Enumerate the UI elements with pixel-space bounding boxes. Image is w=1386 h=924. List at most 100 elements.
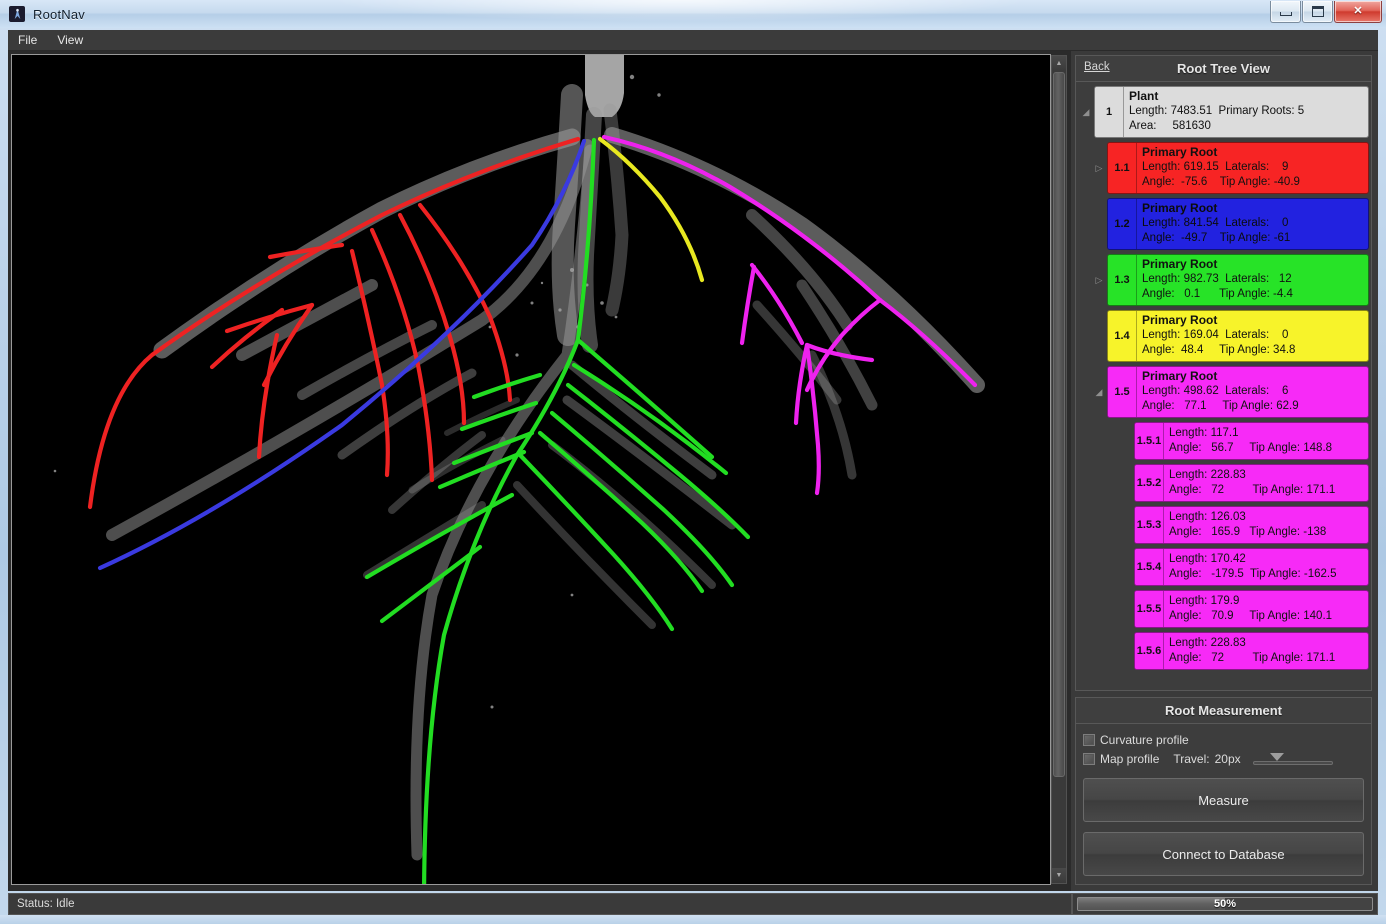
menu-item-view[interactable]: View <box>47 31 93 49</box>
tree-row[interactable]: ▷ 1.3 Primary Root Length: 982.73 Latera… <box>1078 254 1369 306</box>
node-title: Primary Root <box>1142 257 1218 271</box>
tree-row[interactable]: 1.5.5 Length: 179.9 Angle: 70.9 Tip Angl… <box>1078 590 1369 628</box>
node-line-1: Length: 228.83 <box>1169 468 1246 481</box>
node-line-2: Angle: 48.4 Tip Angle: 34.8 <box>1142 344 1296 356</box>
minimize-button[interactable] <box>1270 1 1301 23</box>
canvas-area: ▲ ▼ <box>8 51 1071 891</box>
progress-bar: 50% <box>1077 897 1373 911</box>
tree-node-lateral-root[interactable]: 1.5.1 Length: 117.1 Angle: 56.7 Tip Angl… <box>1134 422 1369 460</box>
curvature-profile-checkbox[interactable] <box>1083 733 1095 746</box>
node-id: 1.4 <box>1108 311 1137 361</box>
root-measurement-title: Root Measurement <box>1164 703 1283 718</box>
node-title: Primary Root <box>1142 369 1218 383</box>
tree-node-primary-root[interactable]: 1.2 Primary Root Length: 841.54 Laterals… <box>1107 198 1369 250</box>
travel-slider-track[interactable] <box>1252 760 1333 765</box>
tree-node-lateral-root[interactable]: 1.5.2 Length: 228.83 Angle: 72 Tip Angle… <box>1134 464 1369 502</box>
node-line-2: Angle: 77.1 Tip Angle: 62.9 <box>1142 400 1299 412</box>
expand-arrow-icon[interactable]: ▷ <box>1091 254 1107 306</box>
root-measurement-group: Root Measurement Curvature profile Map p… <box>1075 697 1372 885</box>
node-id: 1.1 <box>1108 143 1137 193</box>
node-line-2: Angle: 0.1 Tip Angle: -4.4 <box>1142 288 1293 300</box>
tree-row[interactable]: 1.5.1 Length: 117.1 Angle: 56.7 Tip Angl… <box>1078 422 1369 460</box>
scroll-down-arrow-icon[interactable]: ▼ <box>1052 868 1066 883</box>
node-line-2: Angle: -75.6 Tip Angle: -40.9 <box>1142 176 1300 188</box>
main-content: ▲ ▼ Back Root Tree View ◢ 1 Plant Length… <box>8 51 1378 891</box>
tree-node-plant[interactable]: 1 Plant Length: 7483.51 Primary Roots: 5… <box>1094 86 1369 138</box>
tree-node-lateral-root[interactable]: 1.5.4 Length: 170.42 Angle: -179.5 Tip A… <box>1134 548 1369 586</box>
node-body: Primary Root Length: 841.54 Laterals: 0 … <box>1137 199 1368 249</box>
tree-row[interactable]: ◢ 1.5 Primary Root Length: 498.62 Latera… <box>1078 366 1369 418</box>
root-tree-view-header: Back Root Tree View <box>1076 56 1371 82</box>
scroll-up-arrow-icon[interactable]: ▲ <box>1052 56 1066 71</box>
status-message-area: Status: Idle <box>8 893 1072 915</box>
tree-node-primary-root[interactable]: 1.5 Primary Root Length: 498.62 Laterals… <box>1107 366 1369 418</box>
tree-node-primary-root[interactable]: 1.3 Primary Root Length: 982.73 Laterals… <box>1107 254 1369 306</box>
node-line-1: Length: 169.04 Laterals: 0 <box>1142 329 1289 341</box>
root-tree-view-title: Root Tree View <box>1177 61 1270 76</box>
node-title: Primary Root <box>1142 145 1218 159</box>
root-image-canvas[interactable] <box>11 54 1051 885</box>
node-title: Primary Root <box>1142 313 1218 327</box>
root-architecture-drawing <box>12 55 1050 884</box>
node-id: 1 <box>1095 87 1124 137</box>
back-link[interactable]: Back <box>1084 61 1110 73</box>
travel-slider-thumb[interactable] <box>1269 752 1284 761</box>
curvature-profile-label: Curvature profile <box>1100 732 1189 747</box>
map-profile-label: Map profile <box>1100 751 1160 766</box>
measure-button[interactable]: Measure <box>1083 778 1364 822</box>
map-profile-checkbox[interactable] <box>1083 752 1095 765</box>
node-line-2: Angle: -179.5 Tip Angle: -162.5 <box>1169 567 1337 580</box>
collapse-arrow-icon[interactable]: ◢ <box>1091 366 1107 418</box>
root-measurement-body: Curvature profile Map profile Travel: 20… <box>1076 724 1371 884</box>
node-body: Primary Root Length: 619.15 Laterals: 9 … <box>1137 143 1368 193</box>
node-id: 1.2 <box>1108 199 1137 249</box>
node-line-1: Length: 117.1 <box>1169 426 1239 439</box>
collapse-arrow-icon[interactable]: ◢ <box>1078 86 1094 138</box>
node-line-1: Length: 498.62 Laterals: 6 <box>1142 385 1289 397</box>
node-line-1: Length: 126.03 <box>1169 510 1246 523</box>
scrollbar-track[interactable] <box>1052 71 1066 868</box>
map-profile-row[interactable]: Map profile Travel: 20px <box>1083 749 1364 768</box>
canvas-vertical-scrollbar[interactable]: ▲ ▼ <box>1051 55 1067 884</box>
tree-node-primary-root[interactable]: 1.1 Primary Root Length: 619.15 Laterals… <box>1107 142 1369 194</box>
tree-row[interactable]: 1.2 Primary Root Length: 841.54 Laterals… <box>1078 198 1369 250</box>
window-controls: ✕ <box>1269 1 1382 23</box>
tree-row[interactable]: 1.5.2 Length: 228.83 Angle: 72 Tip Angle… <box>1078 464 1369 502</box>
node-line-2: Area: 581630 <box>1129 120 1211 132</box>
node-id: 1.5.4 <box>1135 549 1164 585</box>
menu-bar: File View <box>8 30 1378 51</box>
scrollbar-thumb[interactable] <box>1053 72 1065 777</box>
node-body: Length: 170.42 Angle: -179.5 Tip Angle: … <box>1164 549 1368 585</box>
tree-row[interactable]: ▷ 1.1 Primary Root Length: 619.15 Latera… <box>1078 142 1369 194</box>
status-text: Status: Idle <box>17 898 75 910</box>
node-id: 1.5 <box>1108 367 1137 417</box>
connect-to-database-button[interactable]: Connect to Database <box>1083 832 1364 876</box>
node-line-1: Length: 619.15 Laterals: 9 <box>1142 161 1289 173</box>
tree-row[interactable]: ◢ 1 Plant Length: 7483.51 Primary Roots:… <box>1078 86 1369 138</box>
tree-node-primary-root[interactable]: 1.4 Primary Root Length: 169.04 Laterals… <box>1107 310 1369 362</box>
node-line-2: Angle: 72 Tip Angle: 171.1 <box>1169 483 1336 496</box>
tree-node-lateral-root[interactable]: 1.5.5 Length: 179.9 Angle: 70.9 Tip Angl… <box>1134 590 1369 628</box>
tree-row[interactable]: 1.5.4 Length: 170.42 Angle: -179.5 Tip A… <box>1078 548 1369 586</box>
tree-node-lateral-root[interactable]: 1.5.3 Length: 126.03 Angle: 165.9 Tip An… <box>1134 506 1369 544</box>
node-line-2: Angle: 72 Tip Angle: 171.1 <box>1169 651 1336 664</box>
travel-value: 20px <box>1214 751 1241 766</box>
maximize-button[interactable] <box>1302 1 1333 23</box>
tree-row[interactable]: 1.4 Primary Root Length: 169.04 Laterals… <box>1078 310 1369 362</box>
tree-row[interactable]: 1.5.6 Length: 228.83 Angle: 72 Tip Angle… <box>1078 632 1369 670</box>
root-tree-list[interactable]: ◢ 1 Plant Length: 7483.51 Primary Roots:… <box>1076 82 1371 690</box>
close-button[interactable]: ✕ <box>1334 1 1382 23</box>
node-body: Length: 126.03 Angle: 165.9 Tip Angle: -… <box>1164 507 1368 543</box>
tree-node-lateral-root[interactable]: 1.5.6 Length: 228.83 Angle: 72 Tip Angle… <box>1134 632 1369 670</box>
menu-item-file[interactable]: File <box>8 31 47 49</box>
status-bar: Status: Idle 50% <box>8 893 1378 915</box>
expand-arrow-icon[interactable]: ▷ <box>1091 142 1107 194</box>
node-body: Length: 228.83 Angle: 72 Tip Angle: 171.… <box>1164 465 1368 501</box>
right-panel: Back Root Tree View ◢ 1 Plant Length: 74… <box>1071 51 1378 891</box>
travel-slider[interactable] <box>1252 751 1333 767</box>
curvature-profile-row[interactable]: Curvature profile <box>1083 730 1364 749</box>
tree-row[interactable]: 1.5.3 Length: 126.03 Angle: 165.9 Tip An… <box>1078 506 1369 544</box>
node-body: Plant Length: 7483.51 Primary Roots: 5 A… <box>1124 87 1368 137</box>
node-id: 1.5.5 <box>1135 591 1164 627</box>
node-id: 1.5.2 <box>1135 465 1164 501</box>
